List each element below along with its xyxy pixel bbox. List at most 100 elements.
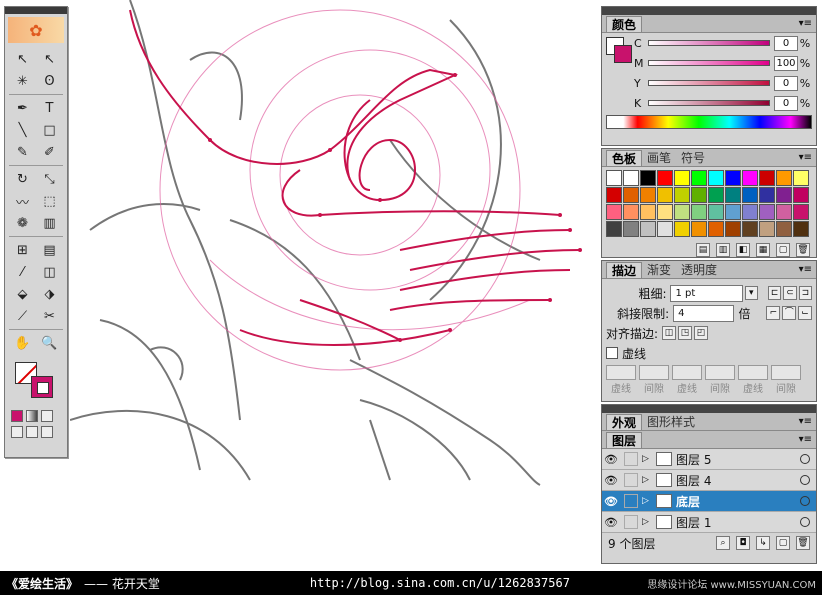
delete-layer-icon[interactable]: 🗑 <box>796 536 810 550</box>
panel-menu-icon[interactable]: ▾≡ <box>799 16 812 32</box>
tab-color[interactable]: 颜色 <box>606 16 643 32</box>
target-circle-icon[interactable] <box>800 496 810 506</box>
artboard-canvas[interactable] <box>70 0 600 570</box>
color-swatch[interactable] <box>657 204 673 220</box>
eyedropper-icon[interactable]: ⁄ <box>9 261 36 283</box>
join-round-icon[interactable]: ⌒ <box>782 306 797 320</box>
channel-slider[interactable] <box>648 60 770 66</box>
pen-icon[interactable]: ✒ <box>9 97 36 119</box>
tab-stroke_panel-tabs-1[interactable]: 渐变 <box>642 262 676 278</box>
color-swatch[interactable] <box>793 204 809 220</box>
color-swatch[interactable] <box>606 170 622 186</box>
color-swatch[interactable] <box>759 187 775 203</box>
color-panel-titlebar[interactable] <box>602 7 816 15</box>
color-swatch[interactable] <box>691 187 707 203</box>
none-mode-button[interactable] <box>41 410 53 422</box>
direct-selection-icon[interactable]: ↖ <box>36 48 63 70</box>
color-swatch[interactable] <box>691 170 707 186</box>
tab-swatches_panel-tabs-0[interactable]: 色板 <box>606 150 643 166</box>
visibility-eye-icon[interactable]: 👁 <box>602 495 620 508</box>
color-swatch[interactable] <box>606 187 622 203</box>
color-swatch[interactable] <box>793 170 809 186</box>
delete-swatch-icon[interactable]: 🗑 <box>796 243 810 257</box>
tab-stroke_panel-tabs-2[interactable]: 透明度 <box>676 262 722 278</box>
tab-swatches_panel-tabs-2[interactable]: 符号 <box>676 150 710 166</box>
layer-row[interactable]: 👁 ▷ 图层 5 <box>602 449 816 470</box>
lock-toggle[interactable] <box>624 452 638 466</box>
dash-field[interactable] <box>639 365 669 380</box>
visibility-eye-icon[interactable]: 👁 <box>602 516 620 529</box>
color-swatch[interactable] <box>742 221 758 237</box>
tab-swatches_panel-tabs-1[interactable]: 画笔 <box>642 150 676 166</box>
selection-icon[interactable]: ↖ <box>9 48 36 70</box>
mesh-icon[interactable]: ⊞ <box>9 239 36 261</box>
swatch-options-icon[interactable]: ◧ <box>736 243 750 257</box>
color-swatch[interactable] <box>793 187 809 203</box>
color-swatch[interactable] <box>623 204 639 220</box>
lock-toggle[interactable] <box>624 494 638 508</box>
channel-value[interactable]: 0 <box>774 35 798 51</box>
stroke-weight-field[interactable]: 1 pt <box>670 284 743 302</box>
color-swatch[interactable] <box>708 204 724 220</box>
standard-screen-mode-button[interactable] <box>11 426 23 438</box>
expand-triangle-icon[interactable]: ▷ <box>642 496 652 506</box>
layer-row[interactable]: 👁 ▷ 图层 1 <box>602 512 816 533</box>
channel-value[interactable]: 100 <box>774 55 798 71</box>
blend-icon[interactable]: ◫ <box>36 261 63 283</box>
color-swatch[interactable] <box>623 170 639 186</box>
expand-triangle-icon[interactable]: ▷ <box>642 517 652 527</box>
new-layer-icon[interactable]: ▢ <box>776 536 790 550</box>
swatch-library-icon[interactable]: ▤ <box>696 243 710 257</box>
visibility-eye-icon[interactable]: 👁 <box>602 453 620 466</box>
color-swatch[interactable] <box>725 187 741 203</box>
layer-row[interactable]: 👁 ▷ 图层 4 <box>602 470 816 491</box>
scale-icon[interactable]: ⤡ <box>36 168 63 190</box>
locate-object-icon[interactable]: ⌕ <box>716 536 730 550</box>
lasso-icon[interactable]: ʘ <box>36 70 63 92</box>
live-paint-bucket-icon[interactable]: ⬙ <box>9 283 36 305</box>
color-swatch[interactable] <box>725 221 741 237</box>
color-swatch[interactable] <box>657 187 673 203</box>
color-swatch[interactable] <box>708 187 724 203</box>
new-sublayer-icon[interactable]: ↳ <box>756 536 770 550</box>
lock-toggle[interactable] <box>624 515 638 529</box>
color-swatch[interactable] <box>708 221 724 237</box>
color-swatch[interactable] <box>606 221 622 237</box>
type-icon[interactable]: T <box>36 97 63 119</box>
paintbrush-icon[interactable]: ✎ <box>9 141 36 163</box>
channel-slider[interactable] <box>648 100 770 106</box>
channel-slider[interactable] <box>648 40 770 46</box>
rotate-icon[interactable]: ↻ <box>9 168 36 190</box>
color-swatch[interactable] <box>776 187 792 203</box>
panel-menu-icon[interactable]: ▾≡ <box>799 262 812 278</box>
color-swatch[interactable] <box>691 221 707 237</box>
gradient-icon[interactable]: ▤ <box>36 239 63 261</box>
symbol-sprayer-icon[interactable]: ❁ <box>9 212 36 234</box>
free-transform-icon[interactable]: ⬚ <box>36 190 63 212</box>
color-spectrum[interactable] <box>606 115 812 129</box>
channel-value[interactable]: 0 <box>774 95 798 111</box>
dash-field[interactable] <box>705 365 735 380</box>
pencil-icon[interactable]: ✐ <box>36 141 63 163</box>
rectangle-icon[interactable]: □ <box>36 119 63 141</box>
cap-square-icon[interactable]: ⊐ <box>798 286 813 300</box>
align-inside-icon[interactable]: ◳ <box>678 326 693 340</box>
color-swatch[interactable] <box>725 204 741 220</box>
tab-layers[interactable]: 图层 <box>606 432 643 448</box>
tab-stroke_panel-tabs-0[interactable]: 描边 <box>606 262 643 278</box>
color-swatch[interactable] <box>708 170 724 186</box>
dash-field[interactable] <box>606 365 636 380</box>
color-swatch[interactable] <box>725 170 741 186</box>
channel-value[interactable]: 0 <box>774 75 798 91</box>
slice-icon[interactable]: ⟋ <box>9 305 36 327</box>
stroke-swatch[interactable] <box>31 376 53 398</box>
color-swatch[interactable] <box>759 170 775 186</box>
tab-appearance_panel-tabs-1[interactable]: 图形样式 <box>642 414 700 430</box>
new-swatch-icon[interactable]: ▢ <box>776 243 790 257</box>
color-swatch[interactable] <box>640 187 656 203</box>
dash-field[interactable] <box>738 365 768 380</box>
join-miter-icon[interactable]: ⌐ <box>766 306 781 320</box>
color-swatch[interactable] <box>640 221 656 237</box>
target-circle-icon[interactable] <box>800 454 810 464</box>
warp-icon[interactable]: 〰 <box>9 190 36 212</box>
